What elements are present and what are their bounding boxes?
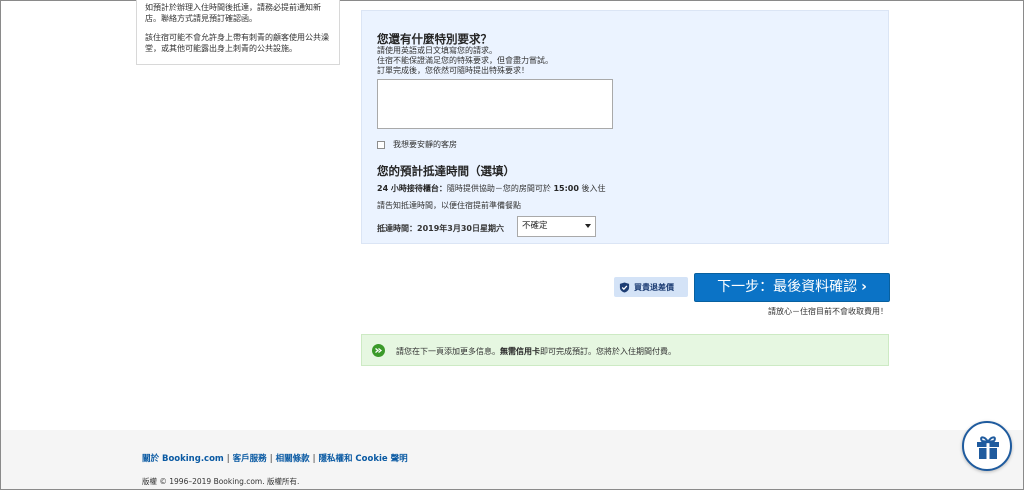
checkin-time: 15:00: [553, 184, 579, 193]
special-request-textarea[interactable]: [377, 79, 613, 129]
banner-text: 請您在下一頁添加更多信息。無需信用卡即可完成預訂。您將於入住期間付費。: [396, 346, 676, 357]
arrival-date-row: 抵達時間：2019年3月30日星期六: [377, 223, 504, 234]
special-request-title: 您還有什麼特別要求？: [377, 32, 492, 46]
price-match-label: 買貴退差價: [634, 282, 674, 292]
chevron-right-icon: ›: [861, 279, 867, 295]
progress-arrows-icon: [372, 344, 385, 357]
banner-text-bold: 無需信用卡: [500, 347, 540, 356]
arrival-time-select[interactable]: 不確定: [517, 216, 596, 237]
banner-text-after: 即可完成預訂。您將於入住期間付費。: [540, 347, 676, 356]
front-desk-text: 隨時提供協助－您的房間可於: [446, 184, 551, 193]
footer-links: 關於 Booking.com | 客戶服務 | 相關條款 | 隱私權和 Cookie 聲明: [142, 452, 408, 464]
instruction-line: 請使用英語或日文填寫您的請求。: [377, 46, 497, 55]
shield-check-icon: [619, 281, 630, 293]
arrival-time-title: 您的預計抵達時間（選填）: [377, 164, 515, 178]
special-request-instructions: 請使用英語或日文填寫您的請求。 住宿不能保證滿足您的特殊要求，但會盡力嘗試。 訂…: [377, 46, 553, 76]
next-step-label: 下一步：最後資料確認: [717, 279, 858, 295]
quiet-room-label: 我想要安靜的客房: [393, 140, 457, 149]
caret-down-icon: [585, 224, 591, 228]
footer-link-about[interactable]: 關於 Booking.com: [142, 454, 224, 464]
arrival-label: 抵達時間：: [377, 224, 417, 233]
instruction-line: 訂單完成後，您依然可隨時提出特殊要求！: [377, 66, 529, 75]
quiet-room-option[interactable]: 我想要安靜的客房: [377, 139, 457, 150]
quiet-room-checkbox[interactable]: [377, 140, 385, 149]
site-footer: 關於 Booking.com | 客戶服務 | 相關條款 | 隱私權和 Cookie 聲明 …: [1, 430, 1023, 489]
arrival-notice: 請告知抵達時間，以便住宿提前準備餐點: [377, 201, 521, 210]
front-desk-info: 24 小時接待櫃台：隨時提供協助－您的房間可於 15:00 後入住: [377, 183, 605, 194]
footer-link-privacy[interactable]: 隱私權和 Cookie 聲明: [318, 454, 407, 464]
instruction-line: 住宿不能保證滿足您的特殊要求，但會盡力嘗試。: [377, 56, 553, 65]
price-match-badge[interactable]: 買貴退差價: [614, 277, 688, 297]
banner-text-before: 請您在下一頁添加更多信息。: [396, 347, 500, 356]
front-desk-suffix: 後入住: [581, 184, 606, 193]
gift-icon: [977, 436, 999, 459]
arrival-time-selected: 不確定: [522, 221, 548, 231]
info-paragraph-checkin: 如預計於辦理入住時間後抵達，請務必提前通知新店。聯絡方式請見預訂確認函。: [145, 3, 321, 23]
special-request-panel: 您還有什麼特別要求？ 請使用英語或日文填寫您的請求。 住宿不能保證滿足您的特殊要…: [361, 10, 889, 244]
next-step-button[interactable]: 下一步：最後資料確認 ›: [694, 273, 890, 302]
no-charge-note: 請放心－住宿目前不會收取費用！: [768, 307, 888, 316]
copyright-text: 版權 © 1996–2019 Booking.com. 版權所有.: [142, 477, 300, 486]
gift-rewards-button[interactable]: [962, 421, 1012, 471]
footer-separator: |: [312, 454, 316, 464]
footer-separator: |: [226, 454, 230, 464]
footer-link-customer-service[interactable]: 客戶服務: [233, 454, 267, 464]
no-credit-card-banner: 請您在下一頁添加更多信息。無需信用卡即可完成預訂。您將於入住期間付費。: [361, 334, 889, 366]
footer-link-terms[interactable]: 相關條款: [276, 454, 310, 464]
info-paragraph-tattoo: 該住宿可能不會允許身上帶有刺青的顧客使用公共澡堂，或其他可能露出身上刺青的公共設…: [145, 33, 329, 53]
front-desk-label: 24 小時接待櫃台：: [377, 184, 447, 193]
hotel-info-box: 如預計於辦理入住時間後抵達，請務必提前通知新店。聯絡方式請見預訂確認函。 該住宿…: [136, 0, 340, 65]
arrival-date: 2019年3月30日星期六: [417, 224, 504, 233]
footer-separator: |: [269, 454, 273, 464]
